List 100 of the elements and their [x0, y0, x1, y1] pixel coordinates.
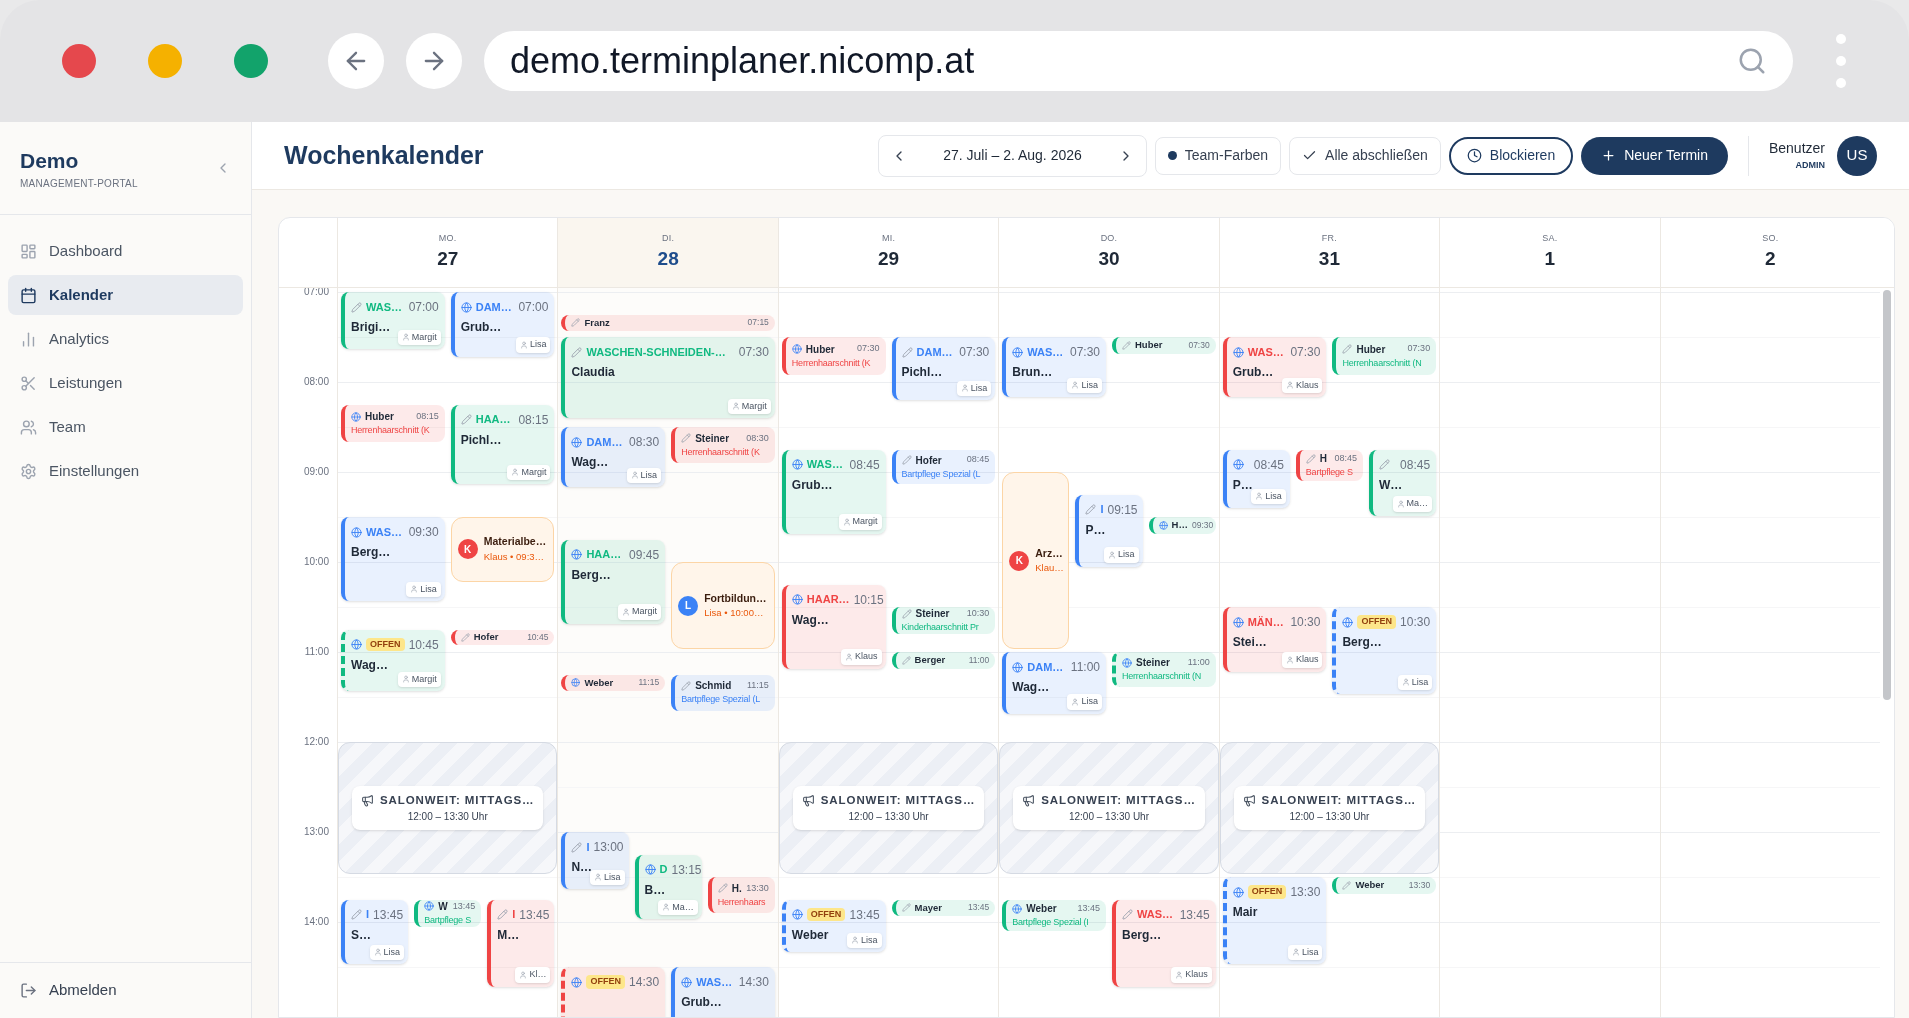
service-name: Herrenhaars [717, 895, 767, 909]
day-number: 1 [1544, 247, 1556, 271]
appointment-time: 14:30 [629, 974, 660, 991]
appointment-card[interactable]: DAM… 08:30 Wag… Lisa [561, 427, 666, 487]
appointment-time: 07:00 [518, 299, 549, 316]
nav-item[interactable]: Dashboard [8, 231, 243, 271]
appointment-card[interactable]: WAS… 09:30 Berg… Lisa [341, 517, 445, 601]
nav-item[interactable]: Einstellungen [8, 451, 243, 491]
client-name: Franz [584, 315, 610, 330]
appointment-card[interactable]: WAS… 14:30 Grub… [671, 967, 775, 1017]
client-name: Grub… [1232, 364, 1274, 381]
appointment-chip[interactable]: H… 09:30 [1148, 517, 1216, 534]
appointment-chip[interactable]: Hofer 10:45 [450, 629, 555, 645]
hour-label: 07:00 [303, 288, 329, 299]
appointment-time: 14:30 [738, 974, 769, 991]
block-button[interactable]: Blockieren [1448, 136, 1574, 175]
nav-item[interactable]: Team [8, 407, 243, 447]
appointment-card[interactable]: Huber 08:15 Herrenhaarschnitt (K [341, 404, 445, 442]
service-name: Herrenhaarschnitt (K [791, 356, 872, 370]
scrollbar-thumb[interactable] [1883, 290, 1891, 700]
appointment-card[interactable]: Huber 07:30 Herrenhaarschnitt (N [1332, 337, 1437, 375]
appointment-card[interactable]: DAM… 07:00 Grub… Lisa [450, 292, 555, 357]
appointment-card[interactable]: OFFEN 10:45 Wag… Margit [341, 629, 445, 691]
hour-label: 11:00 [304, 645, 329, 659]
nav-item[interactable]: Kalender [8, 275, 243, 315]
team-colors-button[interactable]: Team-Farben [1154, 136, 1282, 175]
status-badge: OFFEN [1357, 615, 1396, 629]
search-icon[interactable] [1737, 46, 1767, 76]
user-icon [1291, 948, 1300, 957]
block-title: Materialbe… [483, 534, 547, 550]
user-icon [1396, 499, 1405, 508]
appointment-card[interactable]: OFFEN 14:30 [561, 967, 666, 1017]
nav-item[interactable]: Leistungen [8, 363, 243, 403]
appointment-card[interactable]: 08:45 P… Lisa [1222, 449, 1290, 508]
hour-label: 14:00 [303, 915, 329, 929]
staff-name: Margit [632, 605, 658, 618]
appointment-card[interactable]: HAA… 09:45 Berg… Margit [561, 539, 666, 624]
back-button[interactable] [328, 33, 384, 89]
appointment-card[interactable]: W 13:45 Bartpflege S [414, 899, 482, 927]
user-icon [960, 384, 969, 393]
appointment-card[interactable]: Schmid 11:15 Bartpflege Spezial (L [671, 674, 775, 711]
appointment-card[interactable]: WAS… 08:45 Grub… Margit [781, 449, 886, 534]
appointment-card[interactable]: H. 13:30 Herrenhaars [707, 877, 775, 913]
appointment-time: 13:45 [1077, 901, 1100, 915]
appointment-card[interactable]: OFFEN 13:30 Mair Lisa [1222, 877, 1327, 964]
appointment-card[interactable]: I 13:45 S… Lisa [341, 899, 409, 964]
appointment-chip[interactable]: Franz 07:15 [561, 314, 775, 331]
appointment-card[interactable]: WAS… 13:45 Berg… Klaus [1112, 899, 1216, 987]
weekday-label: MI. [881, 231, 896, 245]
blocked-time[interactable]: L Fortbildun… Lisa • 10:00… [671, 562, 775, 649]
appointment-card[interactable]: DAM… 07:30 Pichl… Lisa [891, 337, 996, 400]
day-header[interactable]: DI. 28 [557, 218, 778, 287]
appointment-time: 08:15 [416, 409, 439, 423]
appointment-chip[interactable]: Weber 11:15 [561, 674, 666, 691]
logout-button[interactable]: Abmelden [20, 979, 117, 1002]
megaphone-icon [1242, 794, 1256, 807]
appointment-card[interactable]: DAM… 11:00 Wag… Lisa [1002, 652, 1106, 714]
nav-item[interactable]: Analytics [8, 319, 243, 359]
blocked-time[interactable]: K Arz… Klau… [1002, 472, 1070, 649]
service-name: WAS… [1027, 344, 1064, 360]
appointment-card[interactable]: OFFEN 10:30 Berg… Lisa [1332, 607, 1437, 694]
appointment-card[interactable]: OFFEN 13:45 Weber Lisa [781, 899, 886, 952]
appointment-chip[interactable]: Berger 11:00 [891, 652, 996, 669]
appointment-card[interactable]: WAS… 07:00 Brigi… Margit [341, 292, 445, 349]
appointment-card[interactable]: HAA… 08:15 Pichl… Margit [450, 404, 555, 484]
address-bar[interactable]: demo.terminplaner.nicomp.at [484, 31, 1793, 91]
appointment-card[interactable]: Steiner 11:00 Herrenhaarschnitt (N [1112, 652, 1216, 687]
appointment-card[interactable]: I 09:15 P… Lisa [1075, 494, 1143, 567]
hour-label: 08:00 [303, 375, 329, 389]
appointment-card[interactable]: WAS… 07:30 Brun… Lisa [1002, 337, 1106, 397]
appointment-chip[interactable]: Weber 13:30 [1332, 877, 1437, 894]
appointment-card[interactable]: Huber 07:30 Herrenhaarschnitt (K [781, 337, 886, 375]
appointment-time: 11:15 [746, 679, 769, 692]
appointment-card[interactable]: I 13:00 N… Lisa [561, 832, 629, 889]
user-avatar[interactable]: US [1837, 135, 1877, 176]
appointment-card[interactable]: HAAR… 10:15 Wag… Klaus [781, 584, 886, 669]
blocked-time[interactable]: K Materialbe… Klaus • 09:3… [450, 517, 555, 582]
forward-button[interactable] [406, 33, 462, 89]
appointment-time: 07:30 [959, 344, 990, 361]
appointment-card[interactable]: WAS… 07:30 Grub… Klaus [1222, 337, 1327, 397]
staff-name: Lisa [1081, 695, 1098, 708]
closure-title: SALONWEIT: MITTAGS… [820, 792, 976, 808]
appointment-card[interactable]: Steiner 08:30 Herrenhaarschnitt (K [671, 427, 775, 463]
appointment-card[interactable]: H 08:45 Bartpflege S [1295, 449, 1363, 481]
client-name: Brun… [1012, 364, 1053, 381]
appointment-card[interactable]: MÄN… 10:30 Stei… Klaus [1222, 607, 1327, 672]
client-name: Pichl… [460, 431, 502, 449]
appointment-card[interactable]: I 13:45 M… Kl… [487, 899, 555, 987]
nav-icon [20, 242, 37, 260]
appointment-card[interactable]: Steiner 10:30 Kinderhaarschnitt Pr [891, 607, 996, 634]
appointment-card[interactable]: Weber 13:45 Bartpflege Spezial (I [1002, 899, 1106, 931]
appointment-chip[interactable]: Huber 07:30 [1112, 337, 1216, 354]
close-all-button[interactable]: Alle abschließen [1289, 136, 1441, 175]
appointment-card[interactable]: Hofer 08:45 Bartpflege Spezial (L [891, 449, 996, 484]
appointment-card[interactable]: WASCHEN-SCHNEIDEN-… 07:30 Claudia Margit [561, 337, 775, 418]
appointment-card[interactable]: 08:45 W… Ma… [1369, 449, 1437, 516]
appointment-card[interactable]: D 13:15 B… Ma… [634, 854, 702, 919]
appointment-chip[interactable]: Mayer 13:45 [891, 899, 996, 916]
clock-icon [1466, 148, 1482, 163]
new-appointment-button[interactable]: Neuer Termin [1581, 136, 1728, 175]
